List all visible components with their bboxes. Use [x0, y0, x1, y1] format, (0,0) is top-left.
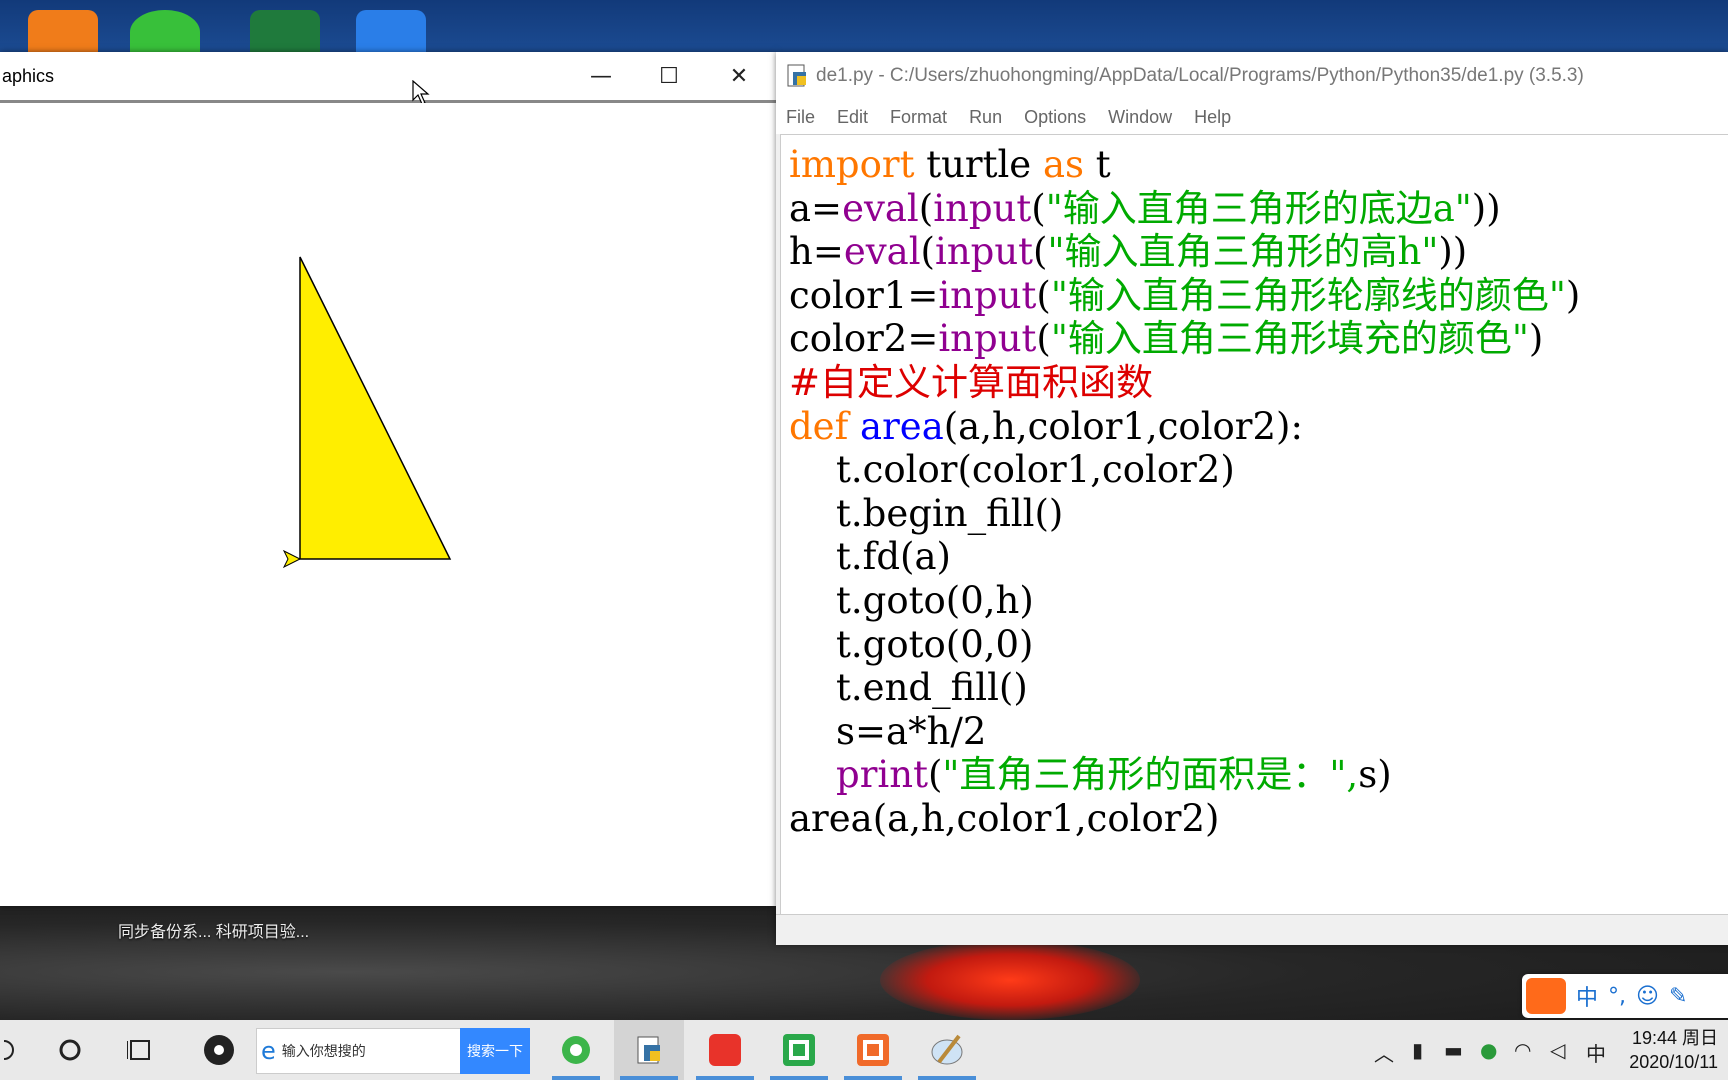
desktop-icon-caption: 同步备份系... 科研项目验... — [118, 924, 310, 941]
cortana-icon[interactable] — [48, 1020, 92, 1080]
menu-help[interactable]: Help — [1194, 107, 1231, 128]
idle-status-bar — [776, 914, 1728, 945]
graphics-title-bar[interactable]: aphics — ☐ ✕ — [0, 52, 776, 105]
task-view-icon[interactable] — [118, 1020, 162, 1080]
ime-emoji-button[interactable]: ☺ — [1636, 984, 1659, 1009]
wifi-icon[interactable]: ◠ — [1514, 1038, 1531, 1062]
turtle-graphics-window[interactable]: aphics — ☐ ✕ — [0, 52, 776, 906]
search-box[interactable]: e 输入你想搜的 — [256, 1028, 462, 1074]
close-button[interactable]: ✕ — [706, 52, 772, 100]
ie-browser-icon[interactable] — [546, 1020, 606, 1080]
source-code[interactable]: import turtle as t a=eval(input("输入直角三角形… — [781, 135, 1728, 841]
search-button[interactable]: 搜索一下 — [460, 1028, 530, 1074]
menu-options[interactable]: Options — [1024, 107, 1086, 128]
desktop-lava — [880, 940, 1140, 1020]
minimize-button[interactable]: — — [568, 52, 634, 100]
ime-indicator[interactable]: 中 — [1586, 1038, 1606, 1067]
start-button[interactable] — [0, 1020, 20, 1080]
system-clock[interactable]: 19:44 周日 2020/10/11 — [1629, 1026, 1718, 1074]
sogou-logo-icon — [1526, 978, 1566, 1014]
idle-menu-bar: File Edit Format Run Options Window Help — [776, 100, 1728, 134]
green-c-app-icon[interactable] — [764, 1020, 834, 1080]
search-placeholder: 输入你想搜的 — [281, 1044, 366, 1060]
python-file-icon — [786, 64, 808, 88]
ime-toolbar[interactable]: 中 °, ☺ ✎ — [1522, 974, 1728, 1018]
youdao-dict-icon[interactable] — [690, 1020, 760, 1080]
clock-date: 2020/10/11 — [1629, 1052, 1718, 1072]
paint-app-icon[interactable] — [912, 1020, 982, 1080]
menu-format[interactable]: Format — [890, 107, 947, 128]
turtle-drawing — [282, 256, 452, 569]
ime-tool-button[interactable]: ✎ — [1669, 984, 1687, 1009]
idle-editor-window[interactable]: de1.py - C:/Users/zhuohongming/AppData/L… — [776, 52, 1728, 945]
graphics-window-title: aphics — [2, 65, 55, 86]
clock-time: 19:44 周日 — [1631, 1028, 1718, 1048]
ime-language-toggle[interactable]: 中 — [1576, 980, 1598, 1012]
volume-icon[interactable]: ◁ — [1550, 1038, 1565, 1062]
filled-right-triangle — [299, 256, 452, 560]
menu-window[interactable]: Window — [1108, 107, 1172, 128]
menu-edit[interactable]: Edit — [837, 107, 868, 128]
taskbar: e 输入你想搜的 搜索一下 ︿ ▮ ▬ ● ◠ ◁ 中 19:44 周日 202… — [0, 1020, 1728, 1080]
ie-search-icon: e — [261, 1037, 276, 1065]
maximize-button[interactable]: ☐ — [636, 52, 702, 100]
turtle-canvas[interactable] — [0, 103, 776, 906]
orange-c-app-icon[interactable] — [838, 1020, 908, 1080]
scratch-desktop-icon[interactable] — [28, 10, 98, 54]
wechat-desktop-icon[interactable] — [130, 10, 200, 54]
pinwheel-app-icon[interactable] — [194, 1020, 244, 1080]
menu-file[interactable]: File — [786, 107, 815, 128]
excel-desktop-icon[interactable] — [250, 10, 320, 54]
battery-icon[interactable]: ▬ — [1444, 1038, 1463, 1062]
app-desktop-icon[interactable] — [356, 10, 426, 54]
turtle-cursor-icon — [282, 549, 302, 569]
security-shield-icon[interactable]: ● — [1480, 1038, 1497, 1062]
menu-run[interactable]: Run — [969, 107, 1002, 128]
microphone-icon[interactable]: ▮ — [1412, 1038, 1423, 1062]
ime-punct-toggle[interactable]: °, — [1608, 984, 1626, 1009]
python-idle-task-icon[interactable] — [614, 1020, 684, 1080]
code-editor[interactable]: import turtle as t a=eval(input("输入直角三角形… — [780, 134, 1728, 917]
idle-window-title: de1.py - C:/Users/zhuohongming/AppData/L… — [816, 65, 1584, 86]
tray-chevron-up-icon[interactable]: ︿ — [1374, 1038, 1394, 1067]
idle-title-bar[interactable]: de1.py - C:/Users/zhuohongming/AppData/L… — [776, 52, 1728, 100]
